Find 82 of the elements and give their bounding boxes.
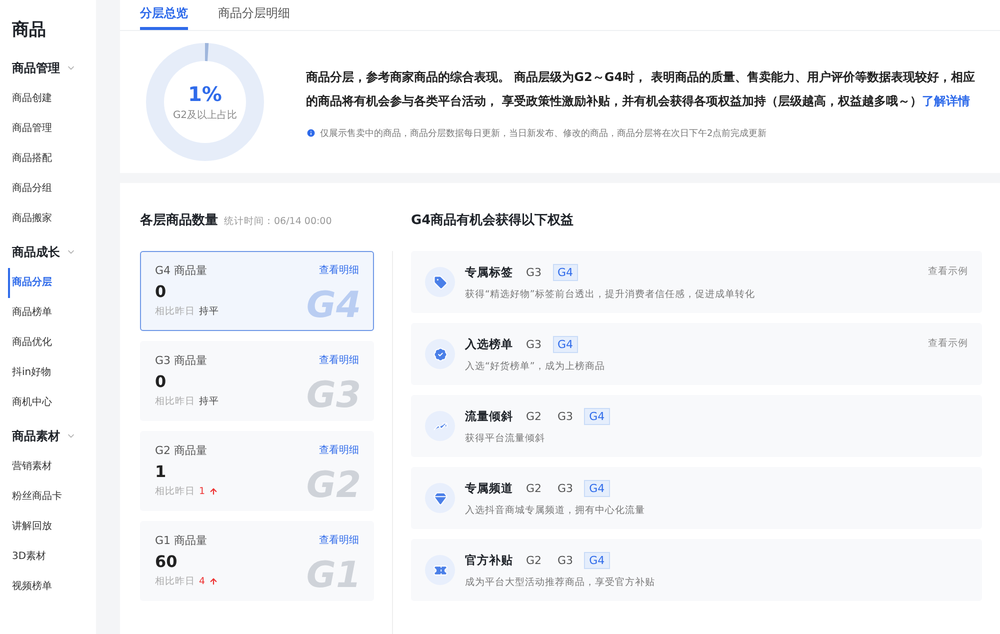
card-label: G3 商品量 — [155, 353, 208, 368]
tier-tag: G4 — [552, 264, 578, 280]
sidebar-item[interactable]: 商品管理 — [12, 114, 96, 144]
benefit-title: 入选榜单 — [465, 336, 513, 352]
benefit-title: 专属频道 — [465, 480, 513, 496]
view-details-link[interactable]: 查看明细 — [319, 443, 359, 458]
card-label: G2 商品量 — [155, 443, 208, 458]
description-text: 商品分层，参考商家商品的综合表现。 商品层级为G2～G4时， 表明商品的质量、售卖能力、用户评价等数据表现较好，相应的商品将有机会参与各类平台活动， 享受政策性激励补贴，并有机会获得各项权益加持（层级越高，权益越多哦～）了解详情 — [306, 68, 976, 110]
compare-label: 相比昨日 — [155, 395, 195, 408]
tag-icon — [425, 267, 455, 297]
benefit-title: 专属标签 — [465, 264, 513, 280]
tier-tag: G4 — [552, 336, 578, 352]
sidebar-item[interactable]: 商品搭配 — [12, 144, 96, 174]
percentage-value: 1% — [188, 82, 222, 106]
benefit-description: 入选“好货榜单”，成为上榜商品 — [465, 360, 606, 372]
tab[interactable]: 商品分层明细 — [218, 0, 290, 30]
sidebar-item[interactable]: 商品分组 — [12, 174, 96, 204]
sidebar-title: 商品 — [12, 19, 47, 41]
tier-tag: G3 — [552, 552, 578, 568]
card-label: G1 商品量 — [155, 533, 208, 548]
compare-value: 4 — [199, 576, 206, 587]
tier-tag: G2 — [521, 552, 547, 568]
tier-tag: G4 — [584, 408, 610, 424]
sidebar-item[interactable]: 营销素材 — [12, 452, 96, 482]
compare-value: 1 — [199, 486, 206, 497]
count-value: 1 — [155, 462, 168, 481]
benefit-description: 成为平台大型活动推荐商品，享受官方补贴 — [465, 576, 656, 588]
sidebar-item[interactable]: 抖in好物 — [12, 358, 96, 388]
sidebar-item[interactable]: 商品榜单 — [12, 298, 96, 328]
count-value: 0 — [155, 372, 168, 391]
sidebar-item[interactable]: 讲解回放 — [12, 512, 96, 542]
donut-caption: G2及以上占比 — [172, 108, 238, 122]
sidebar-group[interactable]: 商品成长 — [12, 242, 96, 262]
gem-icon — [425, 483, 455, 513]
tier-tag: G3 — [552, 480, 578, 496]
arrow-up-icon — [209, 487, 218, 496]
view-details-link[interactable]: 查看明细 — [319, 533, 359, 548]
note-text: 仅展示售卖中的商品，商品分层数据每日更新，当日新发布、修改的商品，商品分层将在次日下午2点前完成更新 — [320, 128, 767, 140]
tier-tag: G2 — [521, 480, 547, 496]
benefit-description: 获得平台流量倾斜 — [465, 432, 546, 444]
count-value: 0 — [155, 282, 168, 301]
tier-tag: G3 — [521, 264, 547, 280]
compare-value: 持平 — [199, 305, 219, 318]
tier-tag: G4 — [584, 552, 610, 568]
count-value: 60 — [155, 552, 178, 571]
sidebar-item[interactable]: 视频榜单 — [12, 572, 96, 602]
sidebar-item[interactable]: 3D素材 — [12, 542, 96, 572]
tier-tag: G2 — [521, 408, 547, 424]
card-label: G4 商品量 — [155, 263, 208, 278]
benefit-description: 入选抖音商城专属频道，拥有中心化流量 — [465, 504, 646, 516]
view-details-link[interactable]: 查看明细 — [319, 263, 359, 278]
section-title: 各层商品数量 — [140, 212, 218, 229]
arrow-up-icon — [209, 577, 218, 586]
view-details-link[interactable]: 查看明细 — [319, 353, 359, 368]
sidebar-item[interactable]: 商品优化 — [12, 328, 96, 358]
tier-tag: G3 — [521, 336, 547, 352]
ticket-icon — [425, 555, 455, 585]
benefit-title: 流量倾斜 — [465, 408, 513, 424]
section-title: G4商品有机会获得以下权益 — [411, 212, 574, 229]
learn-more-link[interactable]: 了解详情 — [922, 94, 970, 108]
compare-label: 相比昨日 — [155, 575, 195, 588]
benefit-description: 获得“精选好物”标签前台透出，提升消费者信任感，促进成单转化 — [465, 288, 756, 300]
sidebar-group[interactable]: 商品素材 — [12, 426, 96, 446]
chart-icon — [425, 411, 455, 441]
tier-tag: G4 — [584, 480, 610, 496]
tier-tag: G3 — [552, 408, 578, 424]
badge-icon — [425, 339, 455, 369]
compare-label: 相比昨日 — [155, 305, 195, 318]
sidebar-item[interactable]: 粉丝商品卡 — [12, 482, 96, 512]
sidebar-item[interactable]: 商品搬家 — [12, 204, 96, 234]
count-card[interactable]: G4 G4 商品量 查看明细 0 相比昨日 持平 — [140, 251, 374, 331]
compare-label: 相比昨日 — [155, 485, 195, 498]
info-icon — [306, 128, 316, 138]
benefit-title: 官方补贴 — [465, 552, 513, 568]
sidebar-item[interactable]: 商品创建 — [12, 84, 96, 114]
sidebar-group[interactable]: 商品管理 — [12, 58, 96, 78]
sidebar-item[interactable]: 商机中心 — [12, 388, 96, 418]
tier-watermark: G4 — [306, 285, 361, 326]
compare-value: 持平 — [199, 395, 219, 408]
tab[interactable]: 分层总览 — [140, 0, 188, 30]
sidebar-item[interactable]: 商品分层 — [8, 268, 96, 298]
stat-time: 统计时间：06/14 00:00 — [224, 215, 332, 228]
